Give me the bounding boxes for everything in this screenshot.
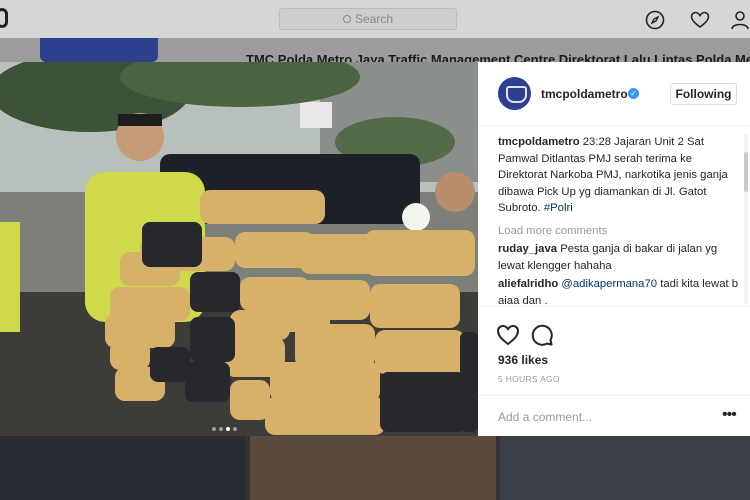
comments-list: tmcpoldametro 23:28 Jajaran Unit 2 Sat P…	[498, 134, 740, 304]
post-header: tmcpoldametro ✓ Following	[478, 62, 750, 126]
comment-item: ruday_java Pesta ganja di bakar di jalan…	[498, 241, 740, 274]
more-icon[interactable]: •••	[722, 406, 737, 424]
comment-author[interactable]: ruday_java	[498, 243, 557, 255]
post-actions: 936 likes 5 HOURS AGO •••	[478, 306, 750, 436]
carousel-dot-active	[226, 427, 230, 431]
post-username[interactable]: tmcpoldametro	[541, 87, 628, 101]
post-image-illustration	[0, 62, 478, 436]
post-side-panel: tmcpoldametro ✓ Following tmcpoldametro …	[478, 62, 750, 436]
comments-scrollbar[interactable]	[744, 134, 748, 304]
grid-thumb[interactable]	[500, 436, 750, 500]
caption: tmcpoldametro 23:28 Jajaran Unit 2 Sat P…	[498, 134, 740, 217]
profile-avatar	[40, 38, 158, 62]
following-button[interactable]: Following	[670, 83, 737, 105]
instagram-logo-icon[interactable]	[0, 8, 8, 28]
comment-item: aliefalridho @adikapermana70 tadi kita l…	[498, 276, 740, 304]
carousel-indicator	[212, 418, 240, 436]
add-comment-bar: •••	[478, 395, 750, 437]
grid-thumb[interactable]	[250, 436, 496, 500]
search-placeholder: Search	[354, 12, 394, 26]
carousel-dot	[212, 427, 216, 431]
heart-icon[interactable]	[690, 10, 710, 30]
instagram-header: Search	[0, 0, 750, 38]
comment-icon[interactable]	[530, 323, 554, 347]
avatar[interactable]	[498, 77, 531, 110]
carousel-dot	[219, 427, 223, 431]
caption-hashtag[interactable]: #Polri	[544, 202, 573, 214]
caption-author[interactable]: tmcpoldametro	[498, 136, 580, 148]
verified-icon: ✓	[628, 88, 639, 99]
search-icon	[342, 15, 351, 23]
post-photo[interactable]	[0, 62, 478, 436]
carousel-dot	[233, 427, 237, 431]
compass-icon[interactable]	[645, 10, 665, 30]
like-icon[interactable]	[496, 323, 520, 347]
grid-thumb[interactable]	[0, 436, 246, 500]
comment-mention[interactable]: @adikapermana70	[561, 278, 657, 290]
search-bar[interactable]: Search	[279, 8, 457, 30]
load-more-comments-link[interactable]: Load more comments	[498, 223, 740, 240]
post-timestamp: 5 HOURS AGO	[498, 374, 560, 384]
add-comment-input[interactable]	[498, 408, 708, 426]
profile-icon[interactable]	[730, 10, 750, 30]
likes-count[interactable]: 936 likes	[498, 353, 548, 367]
grid-thumbnails	[0, 436, 750, 500]
comment-author[interactable]: aliefalridho	[498, 278, 558, 290]
